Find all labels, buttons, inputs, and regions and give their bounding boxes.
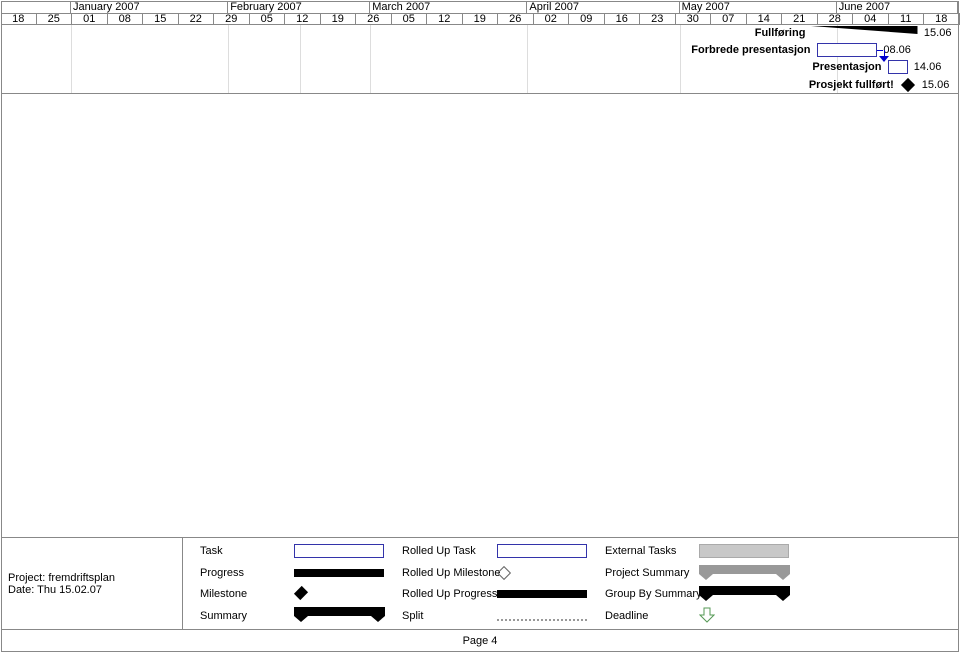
summary-bar-icon <box>294 607 385 622</box>
legend-label: External Tasks <box>605 545 677 557</box>
legend-label: Project Summary <box>605 567 690 579</box>
week-header: 26 <box>356 13 392 25</box>
legend-label: Progress <box>200 567 245 579</box>
task-bar[interactable] <box>816 43 878 57</box>
week-header: 22 <box>178 13 214 25</box>
project-summary-icon <box>699 565 790 580</box>
page-frame <box>1 1 959 652</box>
task-name: Forbrede presentasjon <box>691 44 811 56</box>
week-header: 05 <box>391 13 427 25</box>
week-header: 19 <box>462 13 498 25</box>
week-header: 11 <box>888 13 924 25</box>
divider <box>1 537 959 538</box>
week-header: 08 <box>107 13 143 25</box>
legend-rolled-up-task-swatch <box>497 544 587 558</box>
legend-label: Split <box>402 610 424 622</box>
task-bar[interactable] <box>887 60 908 74</box>
legend-label: Rolled Up Task <box>402 545 476 557</box>
task-date-label: 08.06 <box>883 44 911 56</box>
week-header: 14 <box>746 13 782 25</box>
deadline-arrow-icon <box>699 607 715 623</box>
task-date-label: 15.06 <box>921 79 950 91</box>
legend-progress-swatch <box>294 569 384 577</box>
gridline <box>228 25 230 93</box>
legend-split-swatch <box>497 619 587 621</box>
week-header: 25 <box>36 13 72 25</box>
gridline <box>679 25 681 93</box>
week-header: 12 <box>285 13 321 25</box>
summary-bar[interactable] <box>811 26 918 42</box>
week-header: 15 <box>143 13 179 25</box>
week-header: 19 <box>320 13 356 25</box>
legend-label: Summary <box>200 610 248 622</box>
week-header: 05 <box>249 13 285 25</box>
legend-label: Deadline <box>605 610 649 622</box>
divider <box>1 629 959 630</box>
gridline <box>370 25 372 93</box>
gridline <box>527 25 529 93</box>
week-header: 29 <box>214 13 250 25</box>
task-date-label: 14.06 <box>913 61 942 73</box>
link-arrow-icon <box>878 56 889 62</box>
divider <box>1 93 959 94</box>
gridline <box>300 25 301 93</box>
week-header: 12 <box>427 13 463 25</box>
group-summary-icon <box>699 586 790 601</box>
week-header: 30 <box>675 13 711 25</box>
legend-label: Rolled Up Progress <box>402 588 498 600</box>
task-name: Fullføring <box>754 27 806 39</box>
legend-label: Milestone <box>200 588 248 600</box>
print-date: Date: Thu 15.02.07 <box>8 584 102 596</box>
project-name: Project: fremdriftsplan <box>8 572 115 584</box>
divider <box>182 537 183 629</box>
legend-label: Group By Summary <box>605 588 702 600</box>
week-header: 09 <box>569 13 605 25</box>
week-header: 23 <box>640 13 676 25</box>
task-date-label: 15.06 <box>923 27 952 39</box>
week-header: 04 <box>853 13 889 25</box>
week-header: 21 <box>782 13 818 25</box>
legend-external-swatch <box>699 544 789 558</box>
legend-label: Rolled Up Milestone <box>402 567 501 579</box>
task-name: Presentasjon <box>812 61 882 73</box>
week-header: 28 <box>817 13 853 25</box>
week-header: 18 <box>924 13 960 25</box>
week-header: 16 <box>604 13 640 25</box>
week-header: 02 <box>533 13 569 25</box>
week-header: 18 <box>1 13 37 25</box>
gridline <box>71 25 72 93</box>
page-number: Page 4 <box>462 635 498 647</box>
task-name: Prosjekt fullført! <box>808 79 894 91</box>
legend-rolled-up-progress-swatch <box>497 590 587 598</box>
legend-task-swatch <box>294 544 384 558</box>
week-header: 01 <box>72 13 108 25</box>
week-header: 07 <box>711 13 747 25</box>
legend-label: Task <box>200 545 223 557</box>
week-header: 26 <box>498 13 534 25</box>
